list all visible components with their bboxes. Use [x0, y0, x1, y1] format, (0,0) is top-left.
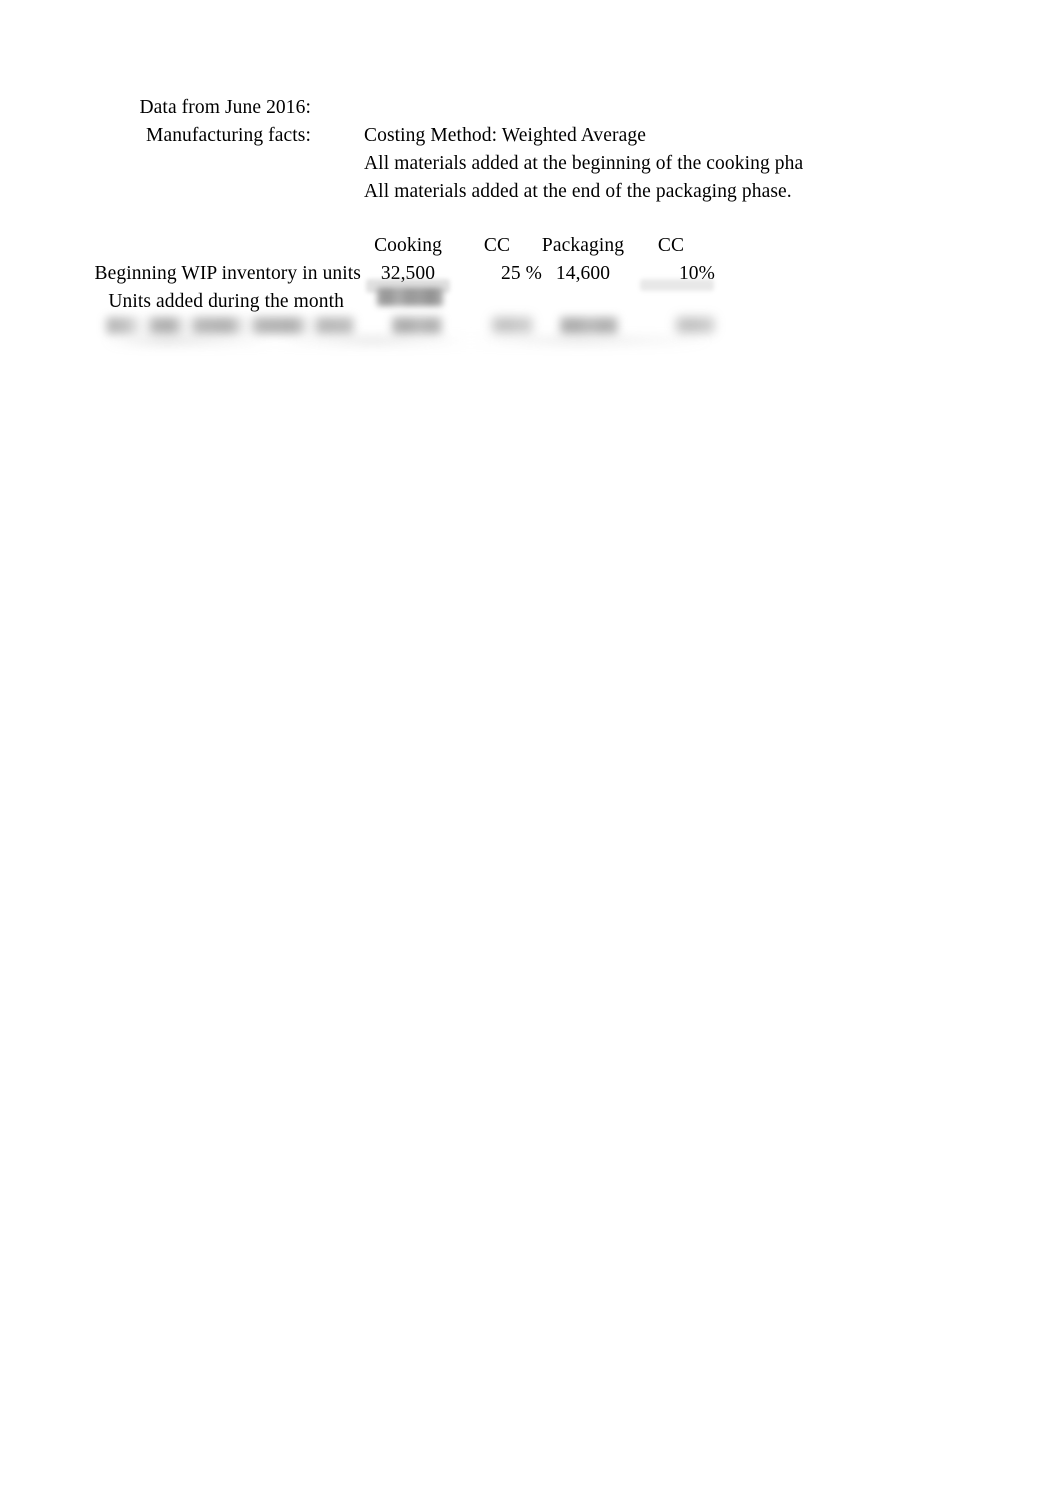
- document-page: Data from June 2016: Manufacturing facts…: [0, 0, 1062, 1506]
- table-cell-units-added-cooking-blurred: [377, 288, 443, 306]
- table-cell-ending-wip-cooking-blurred: [392, 317, 442, 334]
- fact-materials-cooking: All materials added at the beginning of …: [364, 153, 804, 174]
- table-cell-ending-wip-cooking-cc-blurred: [492, 317, 532, 333]
- table-cell-beginning-wip-cooking-cc: 25 %: [500, 263, 542, 284]
- table-cell-beginning-wip-packaging: 14,600: [555, 263, 611, 284]
- column-header-cooking: Cooking: [374, 235, 442, 256]
- fact-costing-method: Costing Method: Weighted Average: [364, 125, 646, 146]
- table-row-label-units-added: Units added during the month: [108, 291, 344, 312]
- column-header-packaging-cc: CC: [657, 235, 685, 256]
- fact-materials-packaging: All materials added at the end of the pa…: [364, 181, 792, 202]
- blur-overlay-row3-residual: [104, 336, 714, 345]
- table-cell-ending-wip-packaging-cc-blurred: [676, 317, 714, 333]
- blur-overlay-row1-packaging-cc: [640, 279, 714, 291]
- table-row-label-ending-wip-blurred: [104, 317, 356, 334]
- table-row-label-beginning-wip: Beginning WIP inventory in units: [94, 263, 361, 284]
- manufacturing-facts-label: Manufacturing facts:: [146, 125, 311, 146]
- document-title: Data from June 2016:: [139, 97, 311, 118]
- table-cell-ending-wip-packaging-blurred: [560, 317, 618, 334]
- column-header-cooking-cc: CC: [483, 235, 511, 256]
- column-header-packaging: Packaging: [541, 235, 625, 256]
